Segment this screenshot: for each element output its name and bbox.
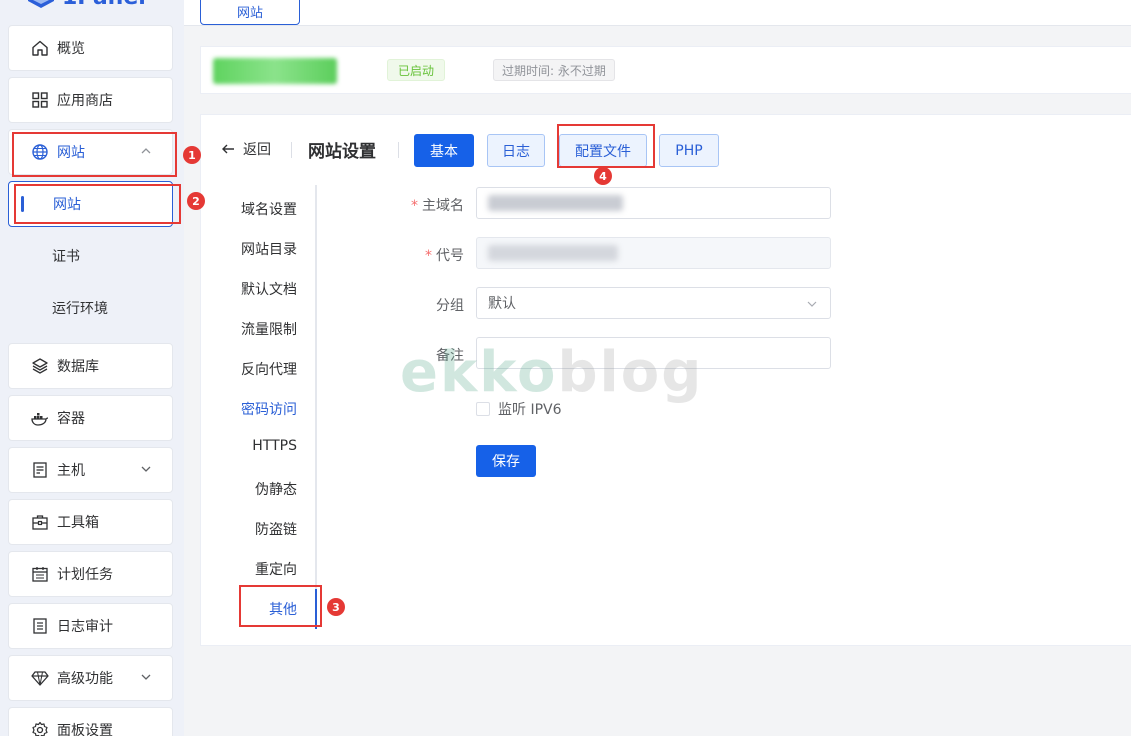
group-value: 默认: [488, 296, 516, 312]
nav-reverse-proxy[interactable]: 反向代理: [241, 359, 297, 379]
tab-website[interactable]: 网站: [200, 0, 300, 25]
domain-value-redacted: [488, 195, 623, 211]
nav-rewrite[interactable]: 伪静态: [255, 479, 297, 499]
divider: [398, 142, 399, 158]
docker-icon: [31, 409, 49, 427]
annotation-number-3: 3: [327, 598, 345, 616]
log-icon: [31, 617, 49, 635]
site-status-card: 已启动 过期时间: 永不过期: [200, 46, 1131, 94]
watermark-part2: blog: [557, 340, 704, 405]
domain-field[interactable]: [476, 187, 831, 219]
logo-icon: [28, 0, 54, 8]
tab-log[interactable]: 日志: [487, 134, 545, 167]
nav-rate-limit[interactable]: 流量限制: [241, 319, 297, 339]
logo-text: 1Panel: [62, 0, 146, 10]
annotation-number-1: 1: [183, 146, 201, 164]
sidebar-item-label: 工具箱: [57, 515, 99, 531]
nav-site-directory[interactable]: 网站目录: [241, 239, 297, 259]
settings-icon: [31, 721, 49, 736]
sidebar-item-label: 应用商店: [57, 93, 113, 109]
grid-icon: [31, 91, 49, 109]
sidebar-subitem-label: 证书: [52, 249, 80, 265]
save-button[interactable]: 保存: [476, 445, 536, 477]
sidebar-subitem-label: 运行环境: [52, 301, 108, 317]
alias-value-redacted: [488, 245, 618, 261]
sidebar-item-container[interactable]: 容器: [8, 395, 173, 441]
nav-default-doc[interactable]: 默认文档: [241, 279, 297, 299]
sidebar-item-label: 高级功能: [57, 671, 113, 687]
watermark: ekkoblog: [400, 340, 703, 405]
nav-domain[interactable]: 域名设置: [241, 199, 297, 219]
toolbox-icon: [31, 513, 49, 531]
sidebar-item-app-store[interactable]: 应用商店: [8, 77, 173, 123]
sidebar-item-label: 主机: [57, 463, 85, 479]
nav-https[interactable]: HTTPS: [252, 438, 297, 454]
annotation-number-2: 2: [187, 192, 205, 210]
page-title: 网站设置: [308, 142, 376, 162]
sidebar-item-label: 容器: [57, 411, 85, 427]
sidebar-subitem-certificate[interactable]: 证书: [8, 233, 173, 279]
nav-password-access[interactable]: 密码访问: [241, 399, 297, 419]
expire-badge: 过期时间: 永不过期: [493, 59, 615, 81]
annotation-box-3: [239, 585, 322, 627]
chevron-down-icon: [141, 674, 151, 680]
sidebar-item-panel-settings[interactable]: 面板设置: [8, 707, 173, 736]
nav-redirect[interactable]: 重定向: [255, 559, 297, 579]
tab-php[interactable]: PHP: [659, 134, 719, 167]
back-label: 返回: [243, 142, 271, 158]
layers-icon: [31, 357, 49, 375]
sidebar-subitem-runtime[interactable]: 运行环境: [8, 285, 173, 331]
diamond-icon: [31, 669, 49, 687]
site-name-redacted: [213, 58, 337, 84]
watermark-part1: ekko: [400, 340, 558, 405]
sidebar-item-database[interactable]: 数据库: [8, 343, 173, 389]
sidebar-item-label: 计划任务: [57, 567, 113, 583]
divider: [291, 142, 292, 158]
top-bar: 网站: [184, 0, 1131, 26]
sidebar-item-label: 日志审计: [57, 619, 113, 635]
sidebar-item-host[interactable]: 主机: [8, 447, 173, 493]
alias-field: [476, 237, 831, 269]
arrow-left-icon: [222, 144, 234, 154]
sidebar: 1Panel 概览 应用商店 网站 网站 证书 运行环境 数据库: [0, 0, 184, 736]
nav-hotlink[interactable]: 防盗链: [255, 519, 297, 539]
chevron-down-icon: [141, 466, 151, 472]
tab-basic[interactable]: 基本: [414, 134, 474, 167]
sidebar-item-overview[interactable]: 概览: [8, 25, 173, 71]
sidebar-item-advanced[interactable]: 高级功能: [8, 655, 173, 701]
sidebar-item-toolbox[interactable]: 工具箱: [8, 499, 173, 545]
home-icon: [31, 39, 49, 57]
calendar-icon: [31, 565, 49, 583]
status-badge: 已启动: [387, 59, 446, 81]
chevron-down-icon: [807, 301, 817, 307]
annotation-box-1: [12, 132, 177, 177]
group-select[interactable]: 默认: [476, 287, 831, 319]
group-label: 分组: [436, 298, 464, 314]
back-button[interactable]: 返回: [221, 139, 271, 159]
domain-label: * 主域名: [411, 198, 464, 214]
sidebar-item-cron[interactable]: 计划任务: [8, 551, 173, 597]
sidebar-item-label: 数据库: [57, 359, 99, 375]
sidebar-item-label: 概览: [57, 41, 85, 57]
sidebar-item-label: 面板设置: [57, 723, 113, 736]
sidebar-item-audit-log[interactable]: 日志审计: [8, 603, 173, 649]
alias-label: * 代号: [425, 248, 464, 264]
settings-nav: 域名设置 网站目录 默认文档 流量限制 反向代理 密码访问 HTTPS 伪静态 …: [201, 185, 317, 629]
annotation-box-4: [557, 124, 655, 168]
annotation-box-2: [14, 184, 181, 224]
annotation-number-4: 4: [594, 167, 612, 185]
logo: 1Panel: [28, 0, 146, 10]
server-icon: [31, 461, 49, 479]
